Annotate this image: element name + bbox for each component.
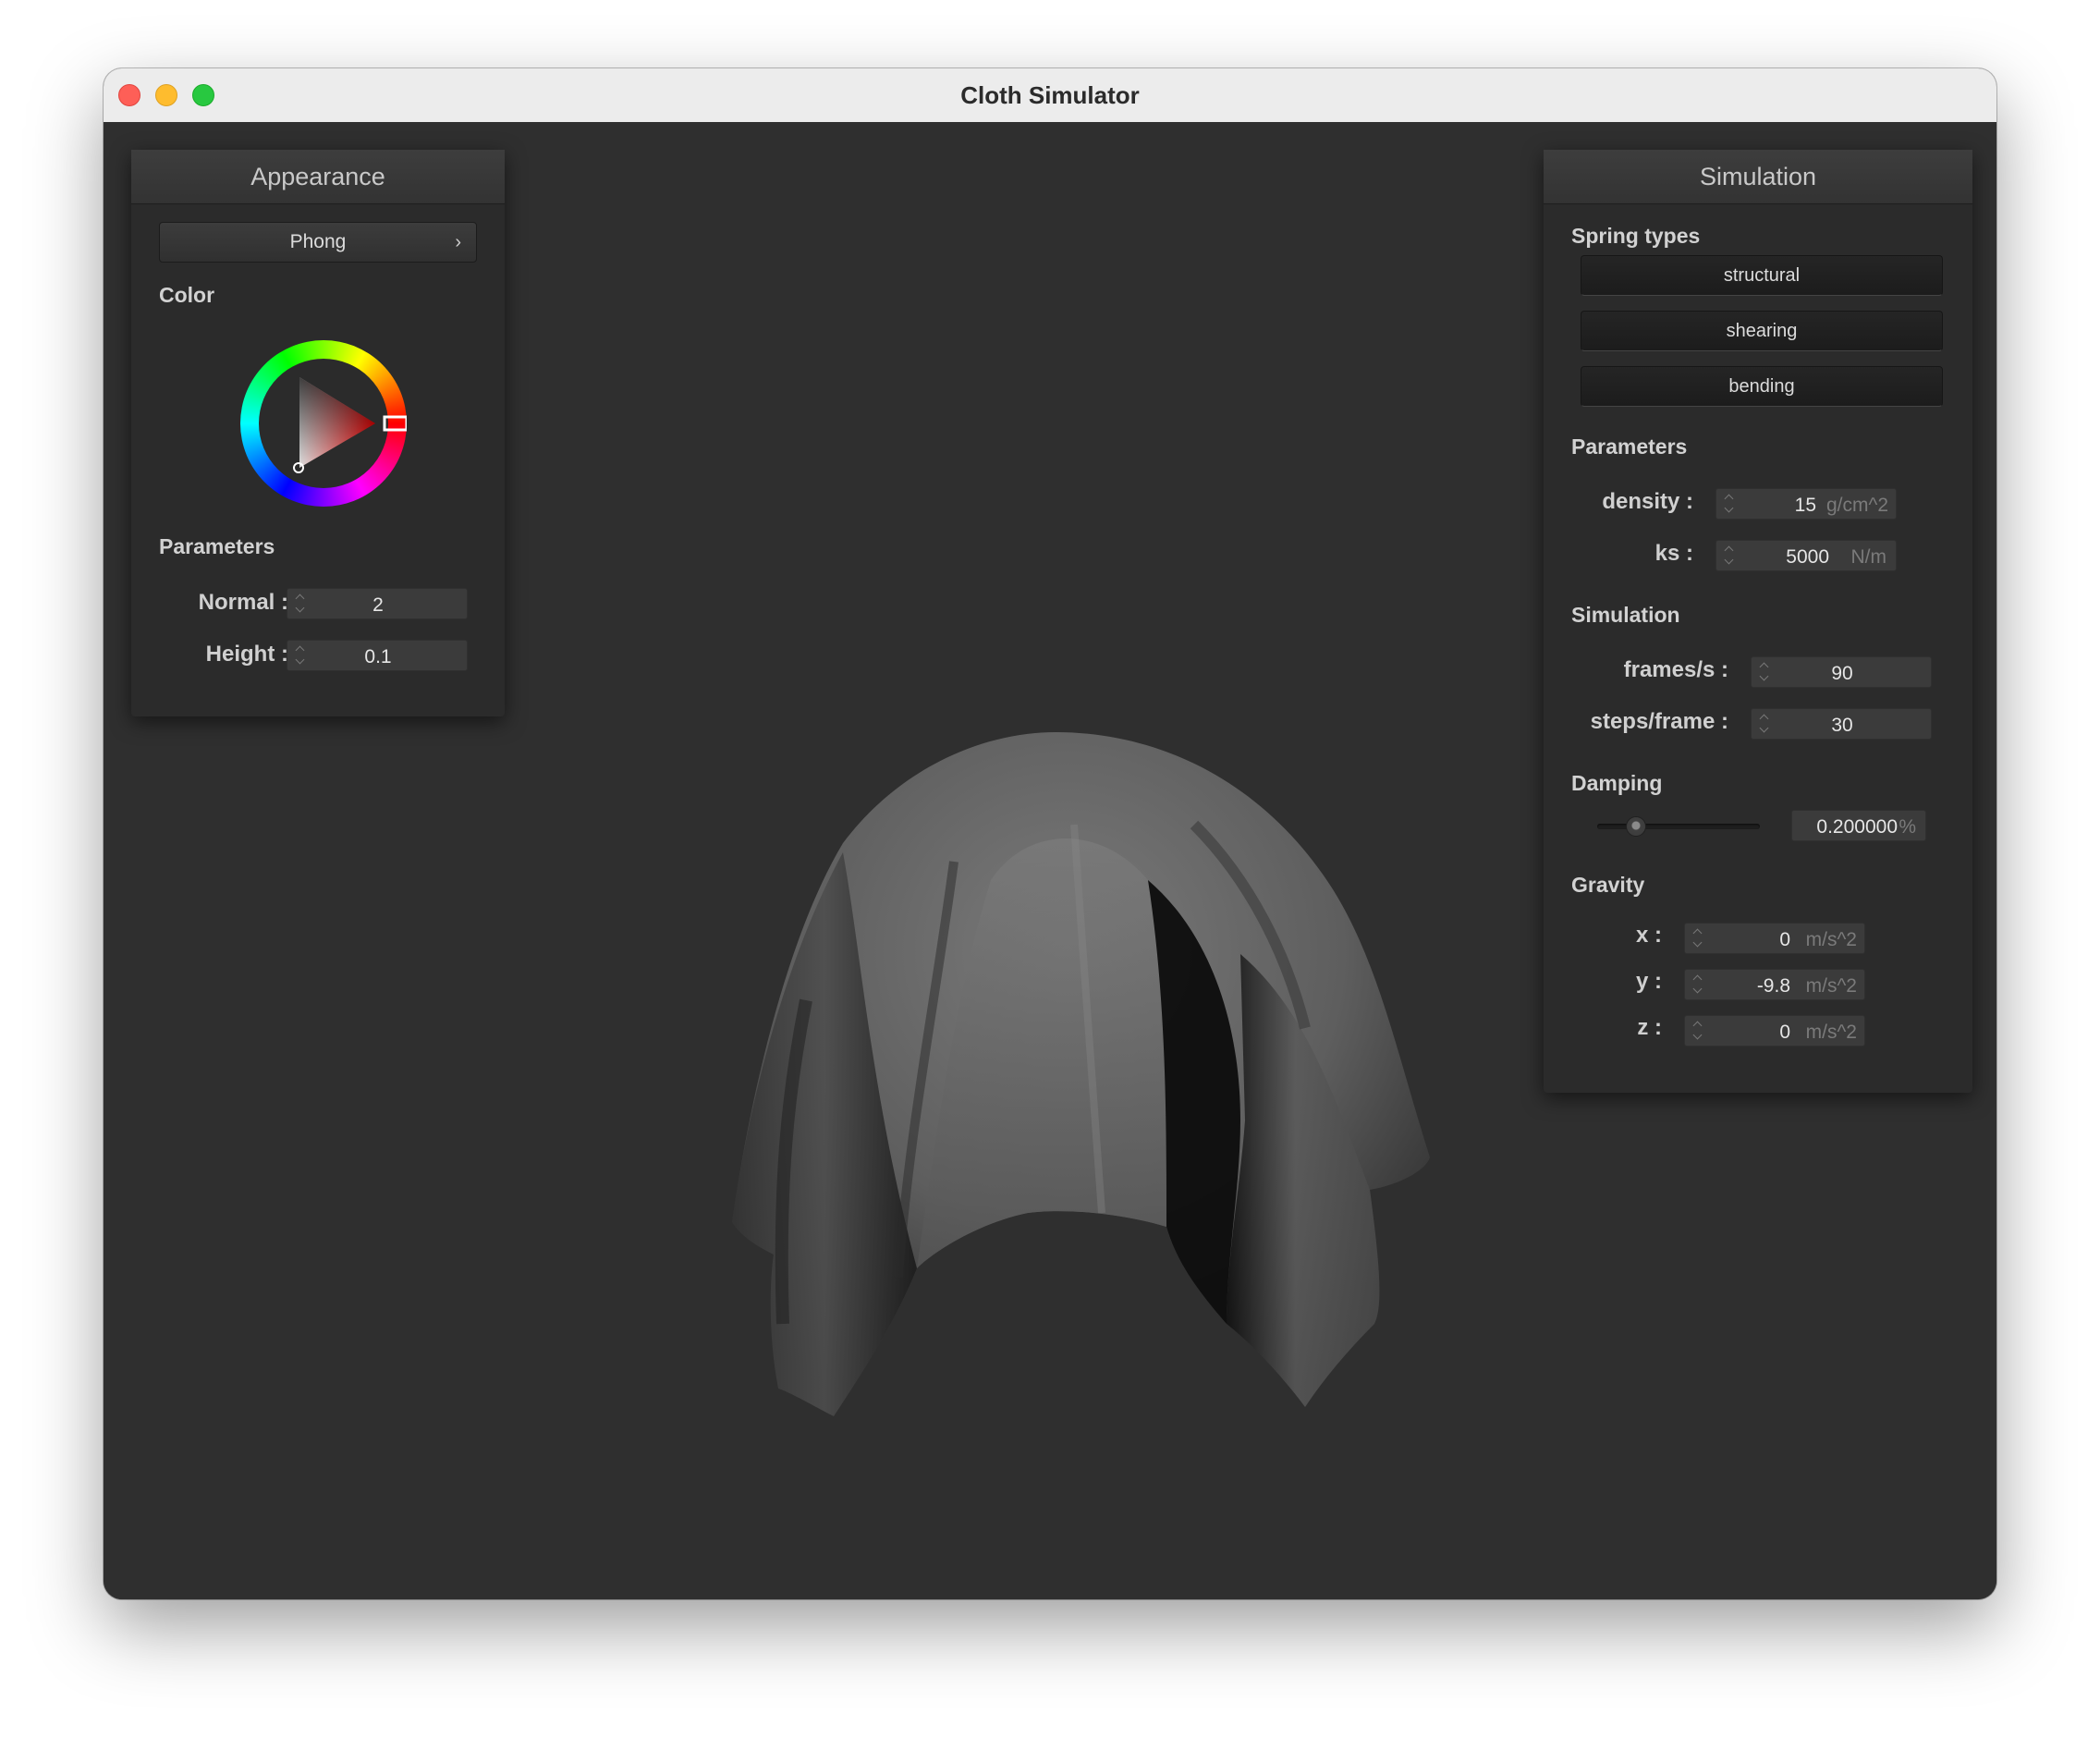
ks-label: ks : [1654,541,1693,566]
gravity-x-label: x : [1635,923,1662,948]
title-bar[interactable]: Cloth Simulator [104,68,1996,123]
gravity-y-input[interactable]: -9.8 m/s^2 [1684,969,1865,1000]
gravity-label: Gravity [1571,873,1645,897]
color-selector-handle [293,462,304,473]
color-triangle[interactable] [240,340,407,507]
damping-slider-track[interactable] [1597,824,1760,829]
gravity-z-input[interactable]: 0 m/s^2 [1684,1015,1865,1046]
steps-per-frame-input[interactable]: 30 [1751,708,1932,740]
color-section-label: Color [159,283,215,307]
frames-per-second-label: frames/s : [1623,657,1728,682]
damping-input[interactable]: 0.200000 % [1791,810,1926,841]
window-title: Cloth Simulator [960,81,1140,109]
ks-input[interactable]: 5000 N/m [1715,540,1897,571]
stepper-icon[interactable] [1724,493,1735,515]
render-viewport[interactable]: Appearance Phong › Color Parameters Norm… [104,122,1996,1599]
height-label: Height : [205,642,288,667]
spring-types-label: Spring types [1571,224,1701,248]
simulation-panel: Simulation Spring types structural shear… [1544,150,1972,1093]
gravity-x-input[interactable]: 0 m/s^2 [1684,923,1865,954]
appearance-panel: Appearance Phong › Color Parameters Norm… [131,150,505,716]
bending-spring-toggle[interactable]: bending [1581,366,1943,407]
height-input[interactable]: 0.1 [287,640,468,671]
stepper-icon[interactable] [1692,927,1703,949]
density-input[interactable]: 15 g/cm^2 [1715,488,1897,520]
frames-per-second-input[interactable]: 90 [1751,656,1932,688]
shader-select-value: Phong [289,231,347,252]
density-label: density : [1602,489,1693,514]
gravity-y-label: y : [1635,969,1662,994]
appearance-panel-header[interactable]: Appearance [131,150,505,204]
damping-slider[interactable] [1597,815,1760,838]
color-wheel[interactable] [240,340,407,507]
steps-per-frame-label: steps/frame : [1590,709,1728,734]
appearance-parameters-label: Parameters [159,534,275,558]
simulation-section-label: Simulation [1571,603,1680,627]
normal-input[interactable]: 2 [287,588,468,619]
damping-label: Damping [1571,771,1663,795]
simulation-panel-header[interactable]: Simulation [1544,150,1972,204]
chevron-right-icon: › [455,232,461,252]
stepper-icon[interactable] [1692,973,1703,996]
stepper-icon[interactable] [1724,545,1735,567]
app-window: Cloth Simulator Appearance Phong › Color… [104,68,1996,1599]
damping-slider-handle[interactable] [1625,816,1646,837]
simulation-parameters-label: Parameters [1571,434,1688,459]
structural-spring-toggle[interactable]: structural [1581,255,1943,296]
normal-label: Normal : [198,590,288,615]
shader-select[interactable]: Phong › [159,222,477,263]
hue-selector-handle [383,415,407,432]
stepper-icon[interactable] [1692,1020,1703,1042]
gravity-z-label: z : [1637,1015,1662,1040]
shearing-spring-toggle[interactable]: shearing [1581,311,1943,351]
